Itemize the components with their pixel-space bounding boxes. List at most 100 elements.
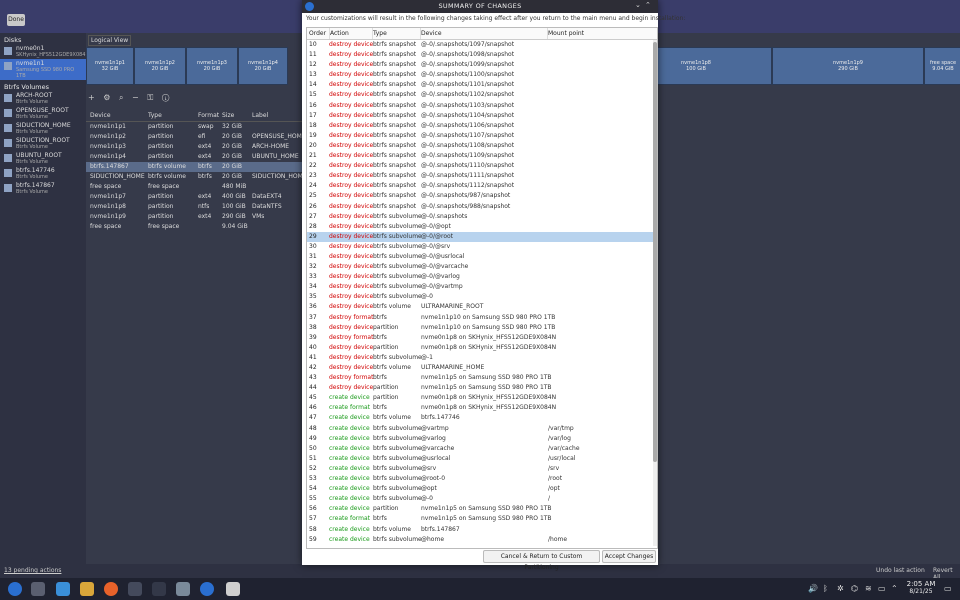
column-mount-point[interactable]: Mount point: [546, 28, 653, 39]
table-row[interactable]: 16 destroy device btrfs snapshot @-0/.snaps…: [307, 101, 657, 111]
maximize-icon[interactable]: ⌃: [645, 1, 651, 9]
add-icon[interactable]: +: [88, 93, 98, 102]
partition-table-column[interactable]: Type: [148, 111, 162, 121]
table-row[interactable]: 58 create device btrfs volume btrfs.147867: [307, 525, 657, 535]
partition-bar[interactable]: free space 9.04 GiB: [924, 47, 960, 85]
table-row[interactable]: 25 destroy device btrfs snapshot @-0/.snaps…: [307, 191, 657, 201]
table-row[interactable]: 52 create device btrfs subvolume @srv/srv: [307, 464, 657, 474]
revert-all-button[interactable]: Revert All: [933, 567, 960, 578]
done-button[interactable]: Done: [7, 14, 25, 26]
table-row[interactable]: 49 create device btrfs subvolume @varlog/va…: [307, 434, 657, 444]
table-row[interactable]: 46 create format btrfs nvme0n1p8 on SKHynix…: [307, 403, 657, 413]
installer-icon[interactable]: [200, 582, 214, 596]
terminal-icon[interactable]: [128, 582, 142, 596]
minimize-icon[interactable]: ⌄: [635, 1, 641, 9]
column-order[interactable]: Order: [307, 28, 330, 39]
partition-table-column[interactable]: Label: [252, 111, 268, 121]
logical-view-tab[interactable]: Logical View: [88, 35, 132, 46]
table-row[interactable]: 39 destroy format btrfs nvme0n1p8 on SKHyni…: [307, 333, 657, 343]
table-row[interactable]: 36 destroy device btrfs volume ULTRAMARINE_…: [307, 302, 657, 312]
files-icon[interactable]: [80, 582, 94, 596]
partition-table-column[interactable]: Size: [222, 111, 234, 121]
table-row[interactable]: 44 destroy device partition nvme1n1p5 on Sa…: [307, 383, 657, 393]
configure-icon[interactable]: ⚙: [103, 93, 113, 102]
table-row[interactable]: 57 create format btrfs nvme1n1p5 on Samsung…: [307, 514, 657, 524]
table-row[interactable]: 59 create device btrfs subvolume @home/home: [307, 535, 657, 545]
document-icon[interactable]: [226, 582, 240, 596]
volume-icon[interactable]: 🔊: [808, 584, 818, 593]
column-action[interactable]: Action: [328, 28, 373, 39]
volume-item[interactable]: OPENSUSE_ROOT Btrfs Volume: [0, 106, 86, 121]
info-icon[interactable]: ⓘ: [162, 93, 172, 102]
table-row[interactable]: 29 destroy device btrfs subvolume @-0/@root: [307, 231, 657, 242]
volume-item[interactable]: SIDUCTION_ROOT Btrfs Volume: [0, 136, 86, 151]
disk-item[interactable]: nvme0n1 SKHynix_HFS512GDE9X084N: [0, 44, 89, 59]
column-device[interactable]: Device: [419, 28, 548, 39]
table-row[interactable]: 15 destroy device btrfs snapshot @-0/.snaps…: [307, 90, 657, 100]
table-row[interactable]: 26 destroy device btrfs snapshot @-0/.snaps…: [307, 202, 657, 212]
table-row[interactable]: 30 destroy device btrfs subvolume @-0/@srv: [307, 242, 657, 252]
table-row[interactable]: 18 destroy device btrfs snapshot @-0/.snaps…: [307, 121, 657, 131]
wifi-icon[interactable]: ≋: [865, 584, 872, 593]
volume-item[interactable]: SIDUCTION_HOME Btrfs Volume: [0, 121, 86, 136]
table-row[interactable]: 11 destroy device btrfs snapshot @-0/.snaps…: [307, 50, 657, 60]
partition-bar[interactable]: nvme1n1p9 290 GiB: [772, 47, 924, 85]
table-row[interactable]: 48 create device btrfs subvolume @vartmp/va…: [307, 424, 657, 434]
network-icon[interactable]: ⌬: [851, 584, 858, 593]
partition-bar[interactable]: nvme1n1p1 32 GiB: [86, 47, 134, 85]
partition-table-column[interactable]: Format: [198, 111, 219, 121]
cancel-return-button[interactable]: Cancel & Return to Custom Partitioning: [483, 550, 600, 571]
table-row[interactable]: 32 destroy device btrfs subvolume @-0/@varc…: [307, 262, 657, 272]
table-row[interactable]: 37 destroy format btrfs nvme1n1p10 on Samsu…: [307, 313, 657, 323]
table-row[interactable]: 31 destroy device btrfs subvolume @-0/@usrl…: [307, 252, 657, 262]
table-row[interactable]: 38 destroy device partition nvme1n1p10 on S…: [307, 323, 657, 333]
table-row[interactable]: 28 destroy device btrfs subvolume @-0/@opt: [307, 222, 657, 232]
table-row[interactable]: 19 destroy device btrfs snapshot @-0/.snaps…: [307, 131, 657, 141]
table-row[interactable]: 45 create device partition nvme0n1p8 on SKH…: [307, 393, 657, 403]
table-row[interactable]: 34 destroy device btrfs subvolume @-0/@vart…: [307, 282, 657, 292]
undo-button[interactable]: Undo last action: [876, 567, 925, 574]
partition-table-column[interactable]: Device: [90, 111, 111, 121]
volume-item[interactable]: btrfs.147746 Btrfs Volume: [0, 166, 86, 181]
utility-icon[interactable]: [176, 582, 190, 596]
table-row[interactable]: 55 create device btrfs subvolume @-0 /: [307, 494, 657, 504]
table-row[interactable]: 17 destroy device btrfs snapshot @-0/.snaps…: [307, 111, 657, 121]
disk-item[interactable]: nvme1n1 Samsung SSD 980 PRO 1TB: [0, 59, 86, 80]
tray-expand-icon[interactable]: ⌃: [891, 584, 898, 593]
launcher-icon[interactable]: [8, 582, 22, 596]
partition-bar[interactable]: nvme1n1p2 20 GiB: [134, 47, 186, 85]
pending-actions-link[interactable]: 13 pending actions: [4, 567, 61, 574]
table-row[interactable]: 23 destroy device btrfs snapshot @-0/.snaps…: [307, 171, 657, 181]
table-row[interactable]: 14 destroy device btrfs snapshot @-0/.snaps…: [307, 80, 657, 90]
store-icon[interactable]: [56, 582, 70, 596]
volume-item[interactable]: UBUNTU_ROOT Btrfs Volume: [0, 151, 86, 166]
volume-item[interactable]: ARCH-ROOT Btrfs Volume: [0, 91, 86, 106]
table-row[interactable]: 50 create device btrfs subvolume @varcache /…: [307, 444, 657, 454]
table-row[interactable]: 22 destroy device btrfs snapshot @-0/.snaps…: [307, 161, 657, 171]
scrollbar-thumb[interactable]: [653, 42, 657, 462]
battery-icon[interactable]: ▭: [878, 584, 886, 593]
partition-bar[interactable]: nvme1n1p4 20 GiB: [238, 47, 288, 85]
table-row[interactable]: 10 destroy device btrfs snapshot @-0/.snaps…: [307, 40, 657, 50]
table-row[interactable]: 13 destroy device btrfs snapshot @-0/.snaps…: [307, 70, 657, 80]
console-icon[interactable]: [152, 582, 166, 596]
table-row[interactable]: 20 destroy device btrfs snapshot @-0/.snaps…: [307, 141, 657, 151]
table-row[interactable]: 43 destroy format btrfs nvme1n1p5 on Samsun…: [307, 373, 657, 383]
table-row[interactable]: 35 destroy device btrfs subvolume @-0: [307, 292, 657, 302]
partition-bar[interactable]: nvme1n1p3 20 GiB: [186, 47, 238, 85]
unlock-icon[interactable]: ⚿: [147, 93, 156, 102]
table-row[interactable]: 42 destroy device btrfs volume ULTRAMARINE_…: [307, 363, 657, 373]
firefox-icon[interactable]: [104, 582, 118, 596]
table-row[interactable]: 40 destroy device partition nvme0n1p8 on SK…: [307, 343, 657, 353]
vertical-scrollbar[interactable]: [653, 40, 657, 546]
settings-icon[interactable]: ✲: [837, 584, 844, 593]
table-row[interactable]: 54 create device btrfs subvolume @opt/opt: [307, 484, 657, 494]
column-type[interactable]: Type: [371, 28, 421, 39]
table-row[interactable]: 56 create device partition nvme1n1p5 on Sam…: [307, 504, 657, 514]
apps-icon[interactable]: [31, 582, 45, 596]
accept-changes-button[interactable]: Accept Changes: [602, 550, 656, 563]
search-icon[interactable]: ⌕: [119, 93, 126, 102]
table-row[interactable]: 27 destroy device btrfs subvolume @-0/.snap…: [307, 212, 657, 222]
bluetooth-icon[interactable]: ᛒ: [823, 584, 828, 593]
table-row[interactable]: 41 destroy device btrfs subvolume @-1: [307, 353, 657, 363]
